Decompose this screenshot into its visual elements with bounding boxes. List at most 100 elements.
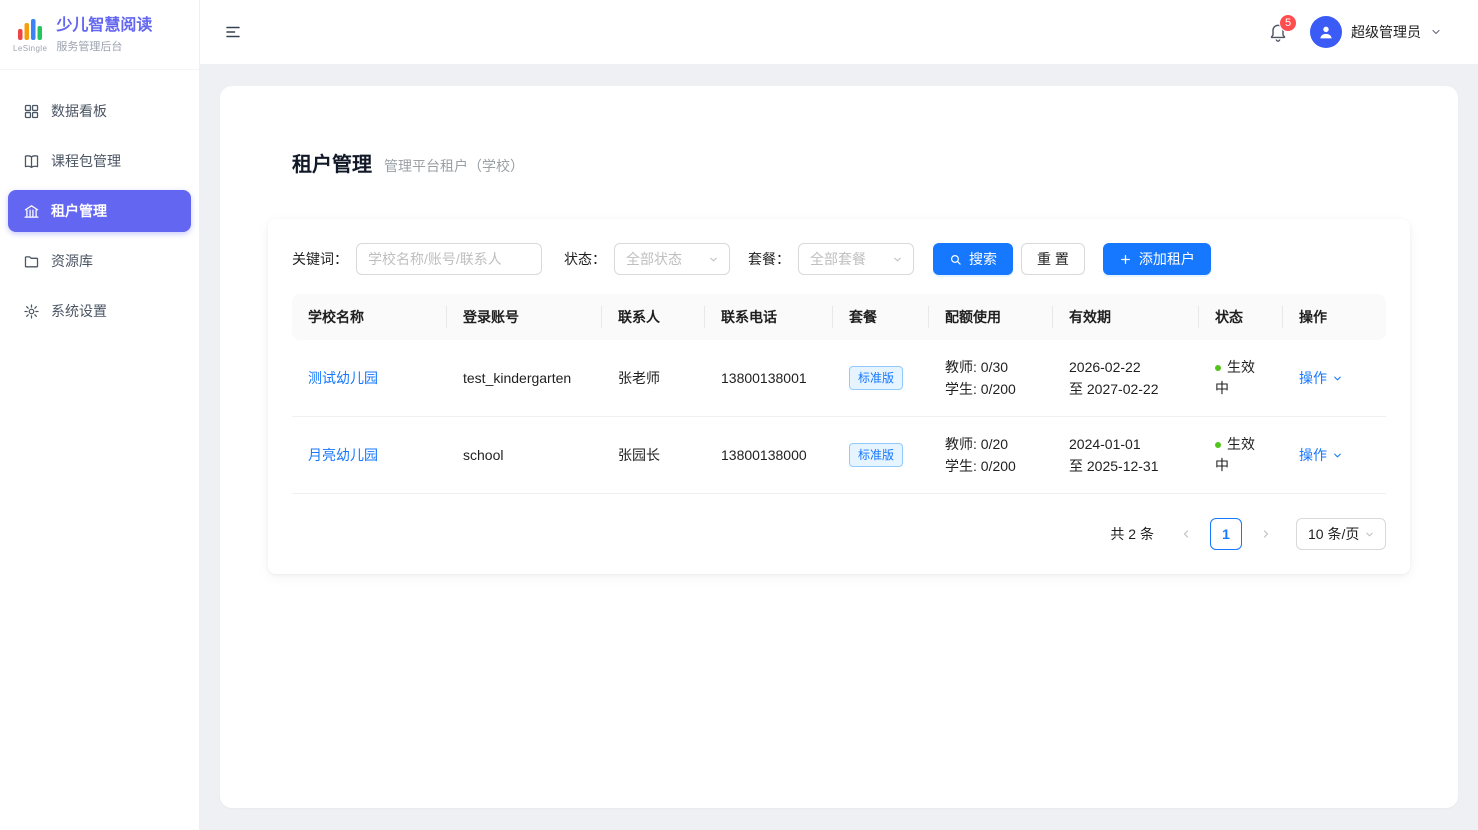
page-header: 租户管理 管理平台租户（学校） bbox=[292, 148, 1410, 177]
menu-fold-icon bbox=[224, 23, 242, 41]
page-subtitle: 管理平台租户（学校） bbox=[384, 156, 524, 176]
pagination: 共 2 条 1 10 条/页 bbox=[292, 518, 1386, 550]
plan-badge: 标准版 bbox=[849, 443, 903, 467]
contact-cell: 张园长 bbox=[602, 417, 705, 494]
content: 租户管理 管理平台租户（学校） 关键词： 状态： 全部状态 套餐： bbox=[200, 64, 1478, 830]
app-title: 少儿智慧阅读 bbox=[56, 16, 152, 36]
dashboard-icon bbox=[23, 103, 40, 120]
status-badge: 生效中 bbox=[1215, 436, 1255, 473]
pagination-prev-button[interactable] bbox=[1170, 518, 1202, 550]
notification-bell[interactable]: 5 bbox=[1268, 22, 1288, 42]
gear-icon bbox=[23, 303, 40, 320]
chevron-down-icon bbox=[1364, 529, 1375, 540]
status-cell: 生效中 bbox=[1199, 340, 1283, 417]
col-account: 登录账号 bbox=[447, 294, 602, 340]
folder-icon bbox=[23, 253, 40, 270]
status-badge: 生效中 bbox=[1215, 359, 1255, 396]
col-plan: 套餐 bbox=[833, 294, 929, 340]
notification-badge: 5 bbox=[1280, 15, 1296, 31]
chevron-down-icon bbox=[892, 254, 903, 265]
table-row: 月亮幼儿园 school 张园长 13800138000 标准版 教师: 0/2… bbox=[292, 417, 1386, 494]
book-icon bbox=[23, 153, 40, 170]
plus-icon bbox=[1119, 253, 1132, 266]
main-area: 5 超级管理员 bbox=[200, 0, 1478, 830]
search-icon bbox=[949, 253, 962, 266]
filter-bar: 关键词： 状态： 全部状态 套餐： 全部套餐 bbox=[292, 243, 1386, 275]
school-link[interactable]: 测试幼儿园 bbox=[308, 370, 378, 386]
validity-cell: 2024-01-01 至 2025-12-31 bbox=[1053, 417, 1199, 494]
col-actions: 操作 bbox=[1283, 294, 1386, 340]
pagination-next-button[interactable] bbox=[1250, 518, 1282, 550]
account-cell: school bbox=[447, 417, 602, 494]
chevron-right-icon bbox=[1260, 528, 1272, 540]
quota-cell: 教师: 0/30 学生: 0/200 bbox=[929, 340, 1053, 417]
school-link[interactable]: 月亮幼儿园 bbox=[308, 447, 378, 463]
status-dot bbox=[1215, 442, 1221, 448]
sidebar-item-label: 资源库 bbox=[51, 251, 93, 271]
page-card: 租户管理 管理平台租户（学校） 关键词： 状态： 全部状态 套餐： bbox=[220, 86, 1458, 808]
logo-icon bbox=[15, 17, 45, 43]
sidebar-item-resources[interactable]: 资源库 bbox=[8, 240, 191, 282]
keyword-label: 关键词： bbox=[292, 249, 348, 269]
sidebar-item-dashboard[interactable]: 数据看板 bbox=[8, 90, 191, 132]
logo: LeSingle 少儿智慧阅读 服务管理后台 bbox=[0, 0, 199, 70]
page-size-select[interactable]: 10 条/页 bbox=[1296, 518, 1386, 550]
app-subtitle: 服务管理后台 bbox=[56, 38, 152, 54]
sidebar-item-label: 课程包管理 bbox=[51, 151, 121, 171]
sidebar-item-label: 租户管理 bbox=[51, 201, 107, 221]
sidebar-menu: 数据看板 课程包管理 租户管理 bbox=[0, 70, 199, 352]
tenant-panel: 关键词： 状态： 全部状态 套餐： 全部套餐 bbox=[268, 219, 1410, 574]
chevron-down-icon bbox=[1430, 26, 1442, 38]
quota-cell: 教师: 0/20 学生: 0/200 bbox=[929, 417, 1053, 494]
user-name: 超级管理员 bbox=[1351, 22, 1421, 42]
plan-badge: 标准版 bbox=[849, 366, 903, 390]
tenant-table: 学校名称 登录账号 联系人 联系电话 套餐 配额使用 有效期 状态 操作 bbox=[292, 294, 1386, 494]
avatar bbox=[1310, 16, 1342, 48]
status-select[interactable]: 全部状态 bbox=[614, 243, 730, 275]
account-cell: test_kindergarten bbox=[447, 340, 602, 417]
col-school: 学校名称 bbox=[292, 294, 447, 340]
add-tenant-button[interactable]: 添加租户 bbox=[1103, 243, 1211, 275]
pagination-page-1[interactable]: 1 bbox=[1210, 518, 1242, 550]
chevron-down-icon bbox=[1332, 373, 1343, 384]
col-validity: 有效期 bbox=[1053, 294, 1199, 340]
sidebar-item-label: 系统设置 bbox=[51, 301, 107, 321]
reset-button[interactable]: 重 置 bbox=[1021, 243, 1085, 275]
logo-brand: LeSingle bbox=[13, 44, 47, 53]
plan-select[interactable]: 全部套餐 bbox=[798, 243, 914, 275]
status-cell: 生效中 bbox=[1199, 417, 1283, 494]
validity-cell: 2026-02-22 至 2027-02-22 bbox=[1053, 340, 1199, 417]
table-row: 测试幼儿园 test_kindergarten 张老师 13800138001 … bbox=[292, 340, 1386, 417]
sidebar-item-settings[interactable]: 系统设置 bbox=[8, 290, 191, 332]
keyword-input[interactable] bbox=[356, 243, 542, 275]
col-phone: 联系电话 bbox=[705, 294, 833, 340]
sidebar-item-label: 数据看板 bbox=[51, 101, 107, 121]
plan-label: 套餐： bbox=[748, 249, 790, 269]
phone-cell: 13800138000 bbox=[705, 417, 833, 494]
user-menu[interactable]: 超级管理员 bbox=[1310, 16, 1442, 48]
row-action-dropdown[interactable]: 操作 bbox=[1299, 367, 1343, 389]
building-icon bbox=[23, 203, 40, 220]
chevron-down-icon bbox=[1332, 450, 1343, 461]
chevron-down-icon bbox=[708, 254, 719, 265]
status-dot bbox=[1215, 365, 1221, 371]
status-label: 状态： bbox=[564, 249, 606, 269]
chevron-left-icon bbox=[1180, 528, 1192, 540]
col-contact: 联系人 bbox=[602, 294, 705, 340]
search-button[interactable]: 搜索 bbox=[933, 243, 1013, 275]
user-icon bbox=[1317, 23, 1335, 41]
app-root: LeSingle 少儿智慧阅读 服务管理后台 数据看板 课程包管理 bbox=[0, 0, 1478, 830]
sidebar-collapse-button[interactable] bbox=[224, 23, 242, 41]
topbar: 5 超级管理员 bbox=[200, 0, 1478, 64]
table-header-row: 学校名称 登录账号 联系人 联系电话 套餐 配额使用 有效期 状态 操作 bbox=[292, 294, 1386, 340]
sidebar: LeSingle 少儿智慧阅读 服务管理后台 数据看板 课程包管理 bbox=[0, 0, 200, 830]
sidebar-item-tenants[interactable]: 租户管理 bbox=[8, 190, 191, 232]
sidebar-item-course-packages[interactable]: 课程包管理 bbox=[8, 140, 191, 182]
row-action-dropdown[interactable]: 操作 bbox=[1299, 444, 1343, 466]
page-title: 租户管理 bbox=[292, 148, 372, 177]
pagination-total: 共 2 条 bbox=[1110, 524, 1154, 544]
phone-cell: 13800138001 bbox=[705, 340, 833, 417]
col-status: 状态 bbox=[1199, 294, 1283, 340]
col-quota: 配额使用 bbox=[929, 294, 1053, 340]
contact-cell: 张老师 bbox=[602, 340, 705, 417]
